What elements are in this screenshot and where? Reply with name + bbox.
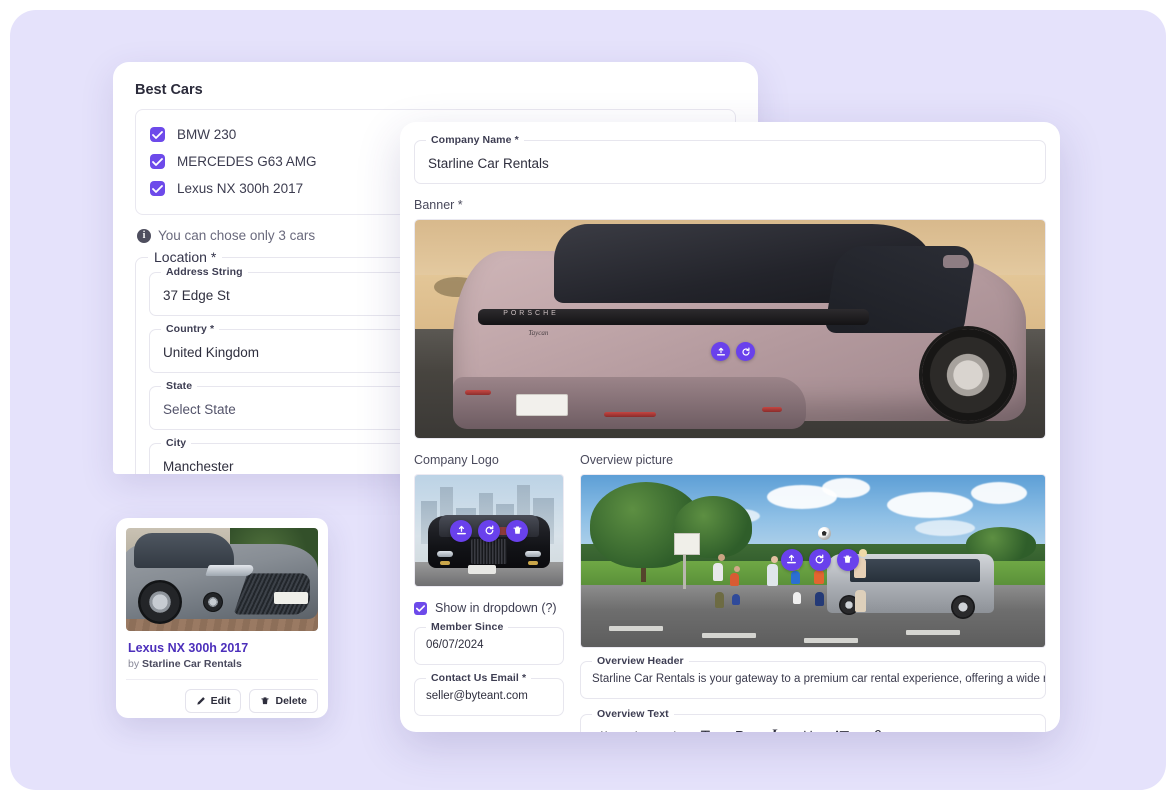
pencil-icon	[196, 697, 205, 705]
field-label: Company Name *	[426, 134, 524, 146]
refresh-icon[interactable]	[478, 519, 500, 542]
trash-icon[interactable]	[506, 519, 528, 542]
field-label: Overview Text	[592, 708, 674, 720]
field-value: 06/07/2024	[426, 639, 484, 651]
trash-icon[interactable]	[836, 548, 859, 571]
company-logo-actions	[450, 519, 528, 542]
car-label: MERCEDES G63 AMG	[177, 154, 317, 169]
overview-header-field[interactable]: Overview Header Starline Car Rentals is …	[580, 655, 1046, 699]
checkbox-checked-icon[interactable]	[150, 181, 165, 196]
field-value: Starline Car Rentals	[428, 156, 549, 171]
company-logo-column: Company Logo Show in dropdown (?) Member…	[414, 453, 564, 732]
delete-button[interactable]: Delete	[249, 689, 318, 713]
logo-and-overview-row: Company Logo Show in dropdown (?) Member…	[414, 453, 1046, 732]
panel-title: Best Cars	[135, 82, 203, 98]
overview-picture-image[interactable]	[580, 474, 1046, 648]
field-label: City	[161, 437, 192, 449]
trash-icon	[261, 697, 270, 705]
banner-image[interactable]: PORSCHE Taycan	[414, 219, 1046, 439]
refresh-icon[interactable]	[808, 548, 831, 571]
company-logo-label: Company Logo	[414, 453, 499, 467]
info-icon: i	[137, 228, 151, 243]
field-label: Address String	[161, 266, 248, 278]
card-subtitle: by Starline Car Rentals	[128, 658, 318, 670]
card-actions: Edit Delete	[126, 689, 318, 713]
upload-icon[interactable]	[711, 342, 731, 362]
banner-label: Banner *	[414, 198, 463, 212]
car-label: Lexus NX 300h 2017	[177, 181, 304, 196]
overview-picture-label: Overview picture	[580, 453, 674, 467]
card-divider	[126, 679, 318, 680]
checkbox-checked-icon[interactable]	[150, 127, 165, 142]
delete-label: Delete	[275, 695, 307, 707]
edit-label: Edit	[210, 695, 231, 707]
italic-icon[interactable]: I	[757, 721, 791, 733]
location-legend: Location *	[148, 249, 223, 265]
field-value: Starline Car Rentals is your gateway to …	[592, 673, 1045, 685]
note-text: You can chose only 3 cars	[158, 228, 316, 243]
company-profile-panel: Company Name * Starline Car Rentals Bann…	[400, 122, 1060, 732]
clear-format-icon[interactable]	[689, 721, 723, 732]
field-value: seller@byteant.com	[426, 690, 528, 702]
redo-icon[interactable]	[655, 721, 689, 732]
banner-image-actions	[711, 342, 756, 362]
company-name-field[interactable]: Company Name * Starline Car Rentals	[414, 134, 1046, 184]
field-label: Member Since	[426, 621, 509, 633]
refresh-icon[interactable]	[736, 342, 756, 362]
banner-artwork: PORSCHE Taycan	[415, 220, 1045, 438]
member-since-field[interactable]: Member Since 06/07/2024	[414, 621, 564, 665]
checkbox-checked-icon[interactable]	[414, 601, 427, 615]
upload-icon[interactable]	[780, 548, 803, 571]
overview-picture-actions	[780, 548, 859, 571]
overview-text-editor[interactable]: Overview Text	[580, 708, 1046, 733]
show-in-dropdown-label: Show in dropdown (?)	[435, 601, 557, 615]
car-label: BMW 230	[177, 127, 237, 142]
car-thumbnail[interactable]	[126, 528, 318, 631]
underline-icon[interactable]	[791, 721, 825, 732]
field-label: Contact Us Email *	[426, 672, 532, 684]
edit-button[interactable]: Edit	[184, 689, 242, 713]
link-icon[interactable]	[859, 721, 893, 732]
by-prefix: by	[128, 658, 140, 670]
bullet-list-icon[interactable]	[825, 721, 859, 732]
card-title: Lexus NX 300h 2017	[128, 641, 249, 655]
upload-icon[interactable]	[450, 519, 472, 542]
screenshot-root: Best Cars BMW 230 MERCEDES G63 AMG Lexus…	[0, 0, 1176, 800]
bold-icon[interactable]: B	[723, 721, 757, 733]
undo-icon[interactable]	[621, 721, 655, 732]
car-thumbnail-artwork	[126, 528, 318, 631]
overview-column: Overview picture Overview Header Starlin…	[580, 453, 1046, 732]
checkbox-checked-icon[interactable]	[150, 154, 165, 169]
field-label: Country *	[161, 323, 220, 335]
field-label: State	[161, 380, 198, 392]
field-label: Overview Header	[592, 655, 689, 667]
show-in-dropdown-row[interactable]: Show in dropdown (?)	[414, 601, 564, 615]
by-name: Starline Car Rentals	[142, 658, 242, 670]
contact-email-field[interactable]: Contact Us Email * seller@byteant.com	[414, 672, 564, 716]
company-logo-image[interactable]	[414, 474, 564, 587]
code-icon[interactable]	[587, 721, 621, 732]
car-product-card: Lexus NX 300h 2017 by Starline Car Renta…	[116, 518, 328, 718]
